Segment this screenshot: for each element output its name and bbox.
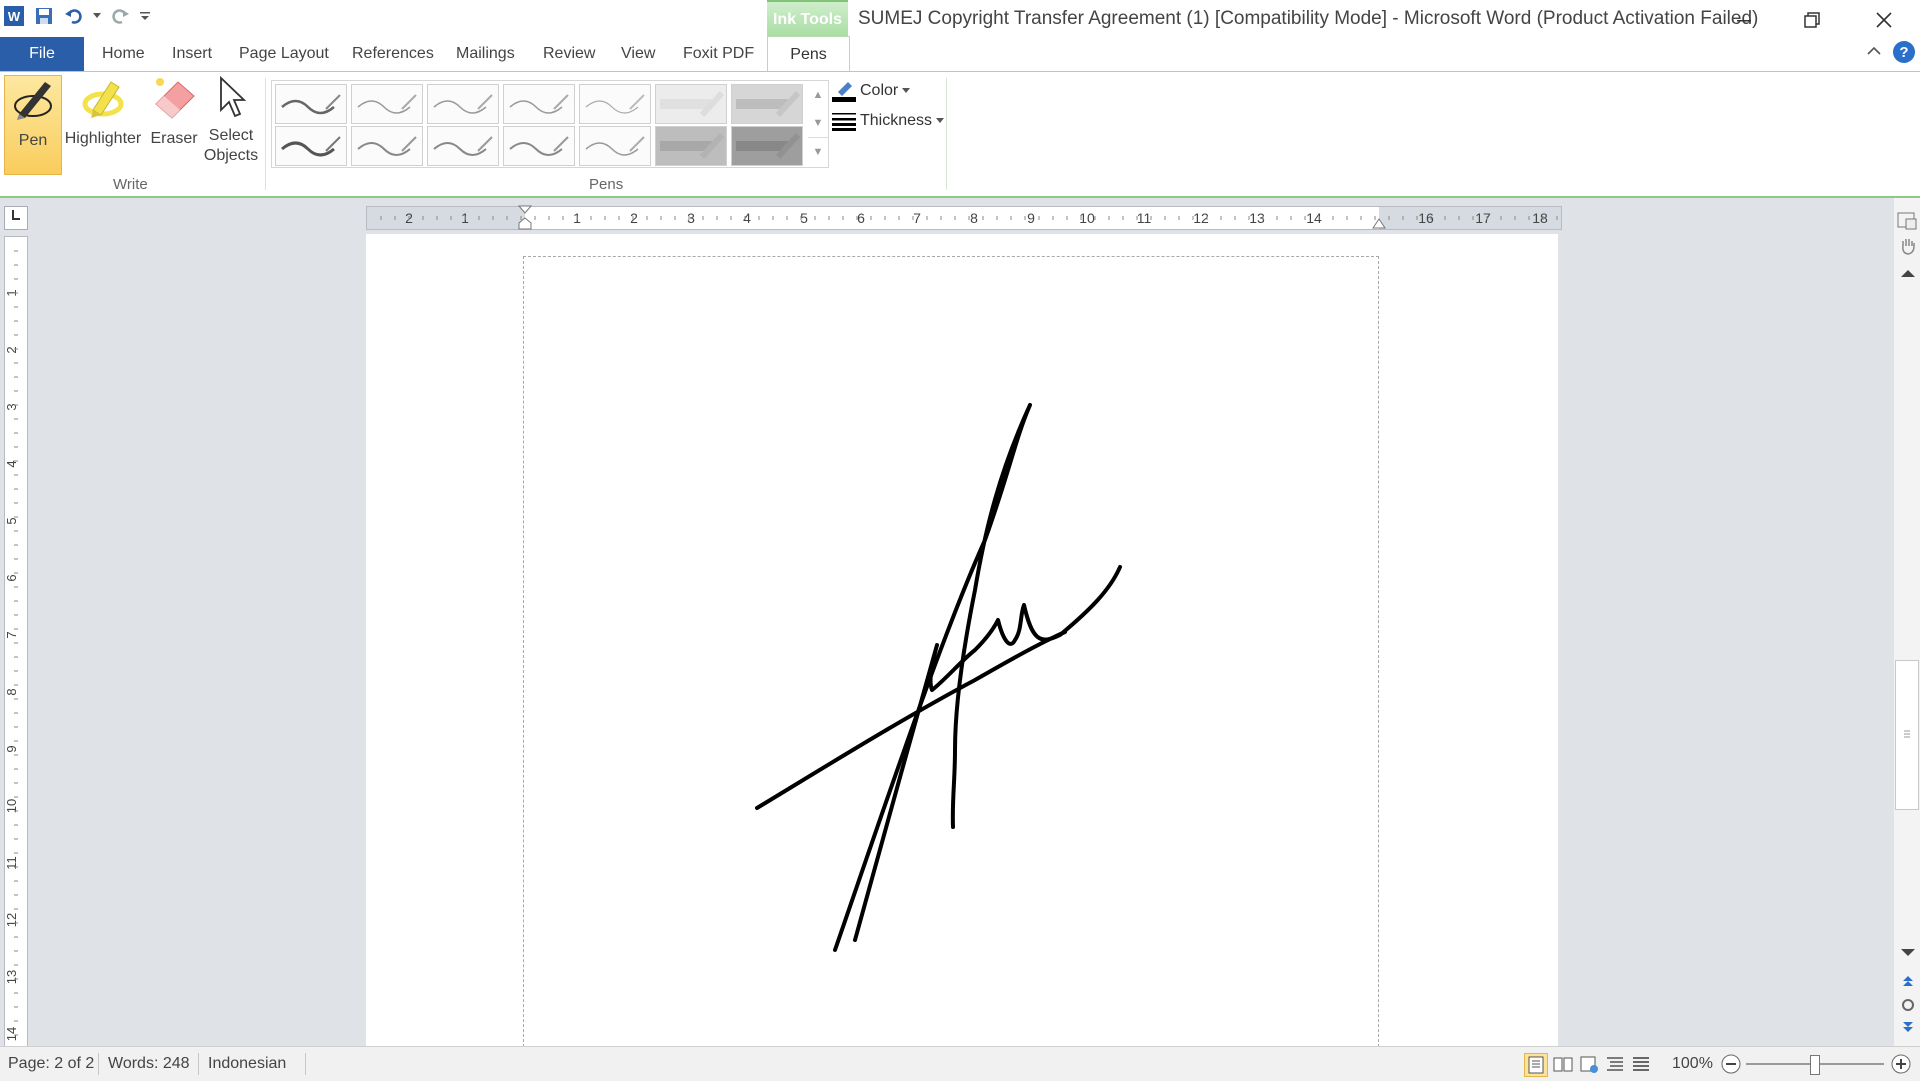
- previous-page-icon[interactable]: [1898, 972, 1918, 993]
- status-separator: [305, 1053, 306, 1075]
- scroll-up-icon[interactable]: [1898, 266, 1918, 285]
- scroll-down-icon[interactable]: [1898, 946, 1918, 965]
- pan-hand-icon[interactable]: [1898, 236, 1918, 261]
- select-browse-object-icon[interactable]: [1898, 996, 1918, 1019]
- zoom-level[interactable]: 100%: [1664, 1047, 1721, 1081]
- page-count[interactable]: Page: 2 of 2: [0, 1047, 102, 1081]
- zoom-slider-thumb[interactable]: [1810, 1055, 1820, 1075]
- vertical-scrollbar[interactable]: [1894, 198, 1920, 1046]
- draft-view-icon[interactable]: [1630, 1053, 1652, 1075]
- view-ruler-icon[interactable]: [1896, 210, 1918, 237]
- scroll-thumb[interactable]: [1895, 660, 1919, 810]
- ink-stroke: [755, 630, 1067, 810]
- language-indicator[interactable]: Indonesian: [200, 1047, 294, 1081]
- web-layout-view-icon[interactable]: [1578, 1053, 1600, 1075]
- status-separator: [198, 1053, 199, 1075]
- print-layout-view-icon[interactable]: [1524, 1053, 1548, 1077]
- zoom-out-icon[interactable]: [1720, 1053, 1742, 1080]
- status-separator: [98, 1053, 99, 1075]
- ink-signature[interactable]: [0, 0, 1920, 1080]
- ink-stroke: [853, 565, 1122, 942]
- full-screen-reading-view-icon[interactable]: [1552, 1053, 1574, 1075]
- status-bar: Page: 2 of 2 Words: 248 Indonesian 100%: [0, 1046, 1920, 1081]
- outline-view-icon[interactable]: [1604, 1053, 1626, 1075]
- zoom-in-icon[interactable]: [1890, 1053, 1912, 1080]
- next-page-icon[interactable]: [1898, 1020, 1918, 1041]
- word-count[interactable]: Words: 248: [100, 1047, 198, 1081]
